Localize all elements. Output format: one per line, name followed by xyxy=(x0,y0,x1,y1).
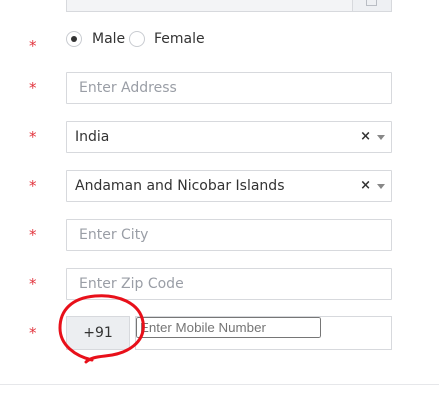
annotation-circle xyxy=(58,294,145,364)
section-divider xyxy=(0,384,439,385)
